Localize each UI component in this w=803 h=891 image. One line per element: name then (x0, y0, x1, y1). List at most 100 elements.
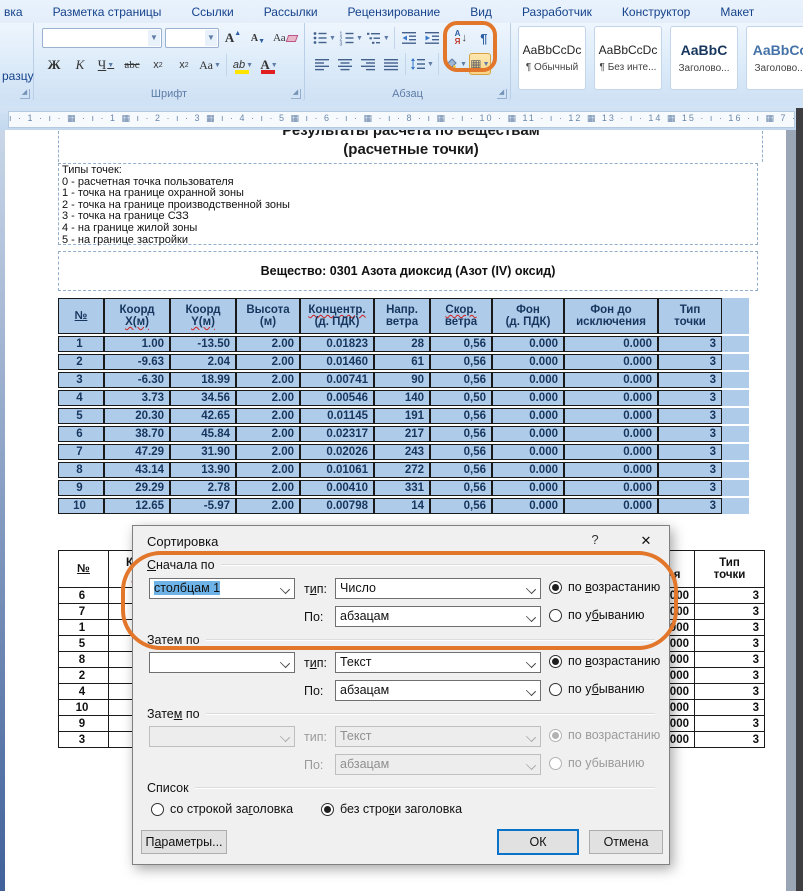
chevron-down-icon[interactable] (526, 686, 536, 696)
strikethrough-button[interactable]: abc (120, 53, 144, 77)
table-cell: 7 (59, 604, 109, 620)
style-card-3[interactable]: AaBbCЗаголово... (670, 26, 738, 90)
clear-formatting-button[interactable]: Аа (272, 27, 298, 49)
highlight-color-button[interactable]: ab▼ (231, 53, 255, 77)
bullets-button[interactable]: ▼ (311, 27, 337, 49)
numbering-button[interactable]: 123 ▼ (338, 27, 364, 49)
point-type-line: 4 - на границе жилой зоны (62, 223, 757, 235)
chevron-down-icon[interactable]: ▼ (214, 61, 221, 69)
style-card-1[interactable]: AaBbCcDc¶ Обычный (518, 26, 586, 90)
radio-selected-icon[interactable] (549, 655, 562, 668)
style-card-2[interactable]: AaBbCcDc¶ Без инте... (594, 26, 662, 90)
ribbon-tab-3[interactable]: Ссылки (176, 2, 248, 21)
font-dialog-launcher-icon[interactable]: ◢ (291, 89, 301, 99)
table-cell: 10 (59, 700, 109, 716)
ribbon-tab-9[interactable]: Макет (705, 2, 769, 21)
then-by-1-type-combobox[interactable]: Текст (335, 652, 541, 673)
table-cell: 217 (374, 426, 430, 442)
italic-button[interactable]: К (68, 53, 92, 77)
paragraph-group-label: Абзац (305, 88, 510, 100)
chevron-down-icon[interactable]: ▼ (148, 30, 160, 46)
table-cell: 0.000 (492, 444, 564, 460)
table-cell: 0,56 (430, 444, 492, 460)
ascending-radio[interactable]: по возрастанию (549, 654, 660, 668)
grow-font-button[interactable]: А▲ (222, 27, 244, 49)
header-row-radio[interactable]: со строкой заголовка (151, 802, 293, 816)
radio-selected-icon[interactable] (321, 803, 334, 816)
underline-button[interactable]: Ч▼ (94, 53, 118, 77)
no-header-row-radio[interactable]: без строки заголовка (321, 802, 462, 816)
format-painter-label[interactable]: разцу (2, 69, 34, 83)
ribbon-tab-5[interactable]: Рецензирование (333, 2, 456, 21)
chevron-down-icon[interactable]: ▼ (427, 61, 434, 68)
table-cell: 7 (58, 444, 104, 460)
ribbon-tab-1[interactable]: вка (0, 2, 38, 21)
chevron-down-icon[interactable] (280, 658, 290, 668)
help-button[interactable]: ? (583, 532, 607, 552)
line-spacing-button[interactable]: ▼ (409, 53, 435, 75)
ok-button[interactable]: ОК (497, 829, 579, 855)
ribbon-tab-7[interactable]: Разработчик (507, 2, 607, 21)
chevron-down-icon[interactable]: ▼ (356, 35, 363, 42)
ribbon-tab-2[interactable]: Разметка страницы (38, 2, 177, 21)
ribbon-tab-4[interactable]: Рассылки (249, 2, 333, 21)
table-cell: 0.000 (564, 336, 658, 352)
subscript-button[interactable]: х2 (146, 53, 170, 77)
ribbon-tab-8[interactable]: Конструктор (607, 2, 705, 21)
multilevel-list-button[interactable]: ▼ (365, 27, 391, 49)
chevron-down-icon[interactable]: ▼ (271, 61, 278, 69)
font-color-button[interactable]: А▼ (257, 53, 281, 77)
then-by-1-using-combobox[interactable]: абзацам (335, 680, 541, 701)
chevron-down-icon (280, 732, 290, 742)
horizontal-ruler[interactable]: ı · 1 · ı · ▦ · ı · 1 ▦ ı · 2 · ı · 3 ▦ … (0, 106, 803, 130)
table-cell: 34.56 (170, 390, 236, 406)
then-by-1-field-combobox[interactable] (149, 652, 295, 673)
superscript-button[interactable]: х2 (172, 53, 196, 77)
selection-end-marker (722, 390, 749, 406)
paragraph-dialog-launcher-icon[interactable]: ◢ (497, 89, 507, 99)
then-by-2-type-combobox: Текст (335, 726, 541, 747)
descending-radio[interactable]: по убыванию (549, 682, 644, 696)
table-cell: 0,56 (430, 462, 492, 478)
table-cell: 3 (658, 408, 722, 424)
table-cell: 13.90 (170, 462, 236, 478)
then-by-2-using-combobox: абзацам (335, 754, 541, 775)
column-header: № (58, 298, 104, 334)
style-card-4[interactable]: AaBbCcЗаголово... (746, 26, 803, 90)
align-right-button[interactable] (357, 53, 379, 75)
bold-button[interactable]: Ж (42, 53, 66, 77)
change-case-button[interactable]: Аа▼ (198, 53, 222, 77)
radio-disabled-icon (549, 729, 562, 742)
options-button[interactable]: Параметры... (141, 830, 227, 854)
chevron-down-icon[interactable]: ▼ (329, 35, 336, 42)
justify-button[interactable] (380, 53, 402, 75)
chevron-down-icon[interactable] (526, 658, 536, 668)
table-cell: 3 (695, 732, 765, 748)
chevron-down-icon[interactable]: ▼ (383, 35, 390, 42)
ribbon-tab-6[interactable]: Вид (455, 2, 507, 21)
ruler-band[interactable]: ı · 1 · ı · ▦ · ı · 1 ▦ ı · 2 · ı · 3 ▦ … (8, 111, 795, 128)
increase-indent-button[interactable] (421, 27, 443, 49)
align-center-button[interactable] (334, 53, 356, 75)
table-cell: 4 (59, 684, 109, 700)
decrease-indent-button[interactable] (398, 27, 420, 49)
clipboard-dialog-launcher-icon[interactable]: ◢ (20, 89, 30, 99)
style-sample: AaBbCc (753, 42, 803, 58)
radio-icon[interactable] (549, 683, 562, 696)
then-by-2-field-combobox (149, 726, 295, 747)
align-left-button[interactable] (311, 53, 333, 75)
cancel-button[interactable]: Отмена (589, 830, 663, 854)
table-cell: 2 (58, 354, 104, 370)
table-cell: 3 (658, 462, 722, 478)
close-icon[interactable]: ✕ (631, 530, 661, 552)
font-size-combobox[interactable]: ▼ (165, 28, 219, 48)
table-cell: 3 (58, 372, 104, 388)
chevron-down-icon[interactable]: ▼ (246, 62, 253, 69)
chevron-down-icon[interactable]: ▼ (107, 61, 114, 69)
shrink-font-button[interactable]: А▼ (247, 27, 269, 49)
table-cell: 29.29 (104, 480, 170, 496)
table-cell: 8 (59, 652, 109, 668)
radio-icon[interactable] (151, 803, 164, 816)
font-name-combobox[interactable]: ▼ (42, 28, 162, 48)
chevron-down-icon[interactable]: ▼ (205, 30, 217, 46)
